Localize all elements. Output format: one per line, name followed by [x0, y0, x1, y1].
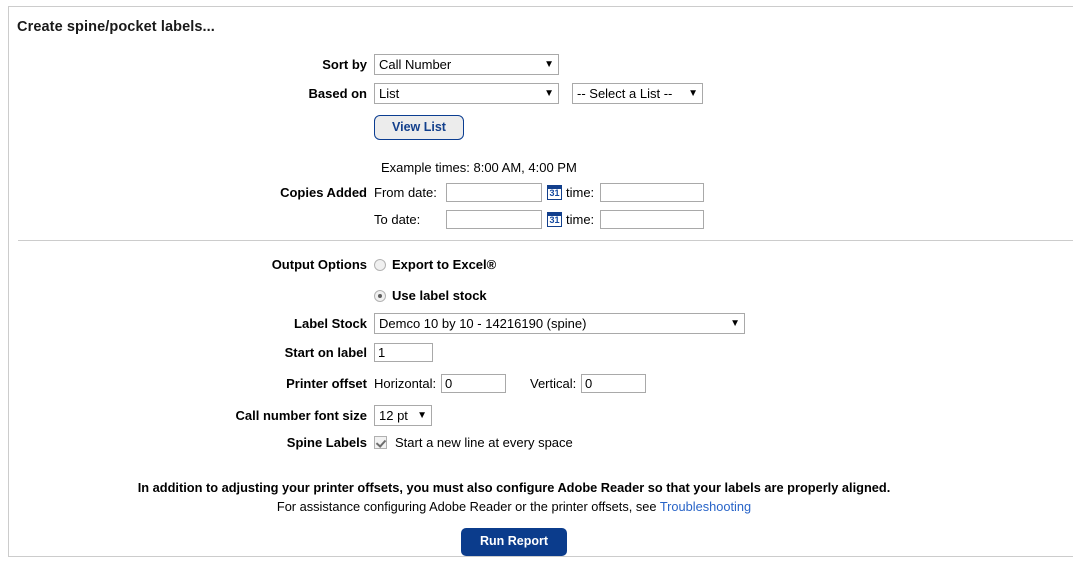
- horizontal-offset-label: Horizontal:: [374, 376, 441, 391]
- font-size-label: Call number font size: [17, 408, 374, 423]
- copies-added-label: Copies Added: [17, 185, 374, 200]
- font-size-select[interactable]: 12 pt ▼: [374, 405, 432, 426]
- report-panel: Create spine/pocket labels... Sort by Ca…: [8, 6, 1073, 557]
- copies-added-from-row: Copies Added From date: 31 time:: [17, 183, 704, 202]
- example-times-text: Example times: 8:00 AM, 4:00 PM: [381, 160, 577, 175]
- to-date-label: To date:: [374, 212, 446, 227]
- label-stock-label: Label Stock: [17, 316, 374, 331]
- troubleshooting-link[interactable]: Troubleshooting: [660, 499, 751, 514]
- sort-by-value: Call Number: [379, 57, 451, 72]
- calendar-icon[interactable]: 31: [547, 185, 562, 200]
- use-label-stock-label: Use label stock: [392, 288, 487, 303]
- radio-export-to-excel[interactable]: [374, 259, 386, 271]
- chevron-down-icon: ▼: [688, 84, 698, 103]
- based-on-label: Based on: [17, 86, 374, 101]
- calendar-icon-day: 31: [548, 215, 561, 226]
- start-on-label-label: Start on label: [17, 345, 374, 360]
- printer-offset-row: Printer offset Horizontal: Vertical:: [17, 374, 646, 393]
- from-time-input[interactable]: [600, 183, 704, 202]
- spine-labels-label: Spine Labels: [17, 435, 374, 450]
- chevron-down-icon: ▼: [730, 314, 740, 333]
- sort-by-row: Sort by Call Number ▼: [17, 54, 559, 75]
- chevron-down-icon: ▼: [544, 55, 554, 74]
- horizontal-offset-input[interactable]: [441, 374, 506, 393]
- based-on-select[interactable]: List ▼: [374, 83, 559, 104]
- from-time-label: time:: [566, 185, 600, 200]
- copies-added-to-row: To date: 31 time:: [17, 210, 704, 229]
- calendar-icon-day: 31: [548, 188, 561, 199]
- to-date-input[interactable]: [446, 210, 542, 229]
- section-divider: [18, 240, 1073, 241]
- output-options-labelstock-row: Use label stock: [17, 288, 487, 303]
- from-date-label: From date:: [374, 185, 446, 200]
- start-on-label-row: Start on label: [17, 343, 433, 362]
- label-stock-value: Demco 10 by 10 - 14216190 (spine): [379, 316, 586, 331]
- chevron-down-icon: ▼: [417, 406, 427, 425]
- label-stock-row: Label Stock Demco 10 by 10 - 14216190 (s…: [17, 313, 745, 334]
- export-to-excel-label: Export to Excel®: [392, 257, 496, 272]
- printer-offset-label: Printer offset: [17, 376, 374, 391]
- select-a-list-select[interactable]: -- Select a List -- ▼: [572, 83, 703, 104]
- select-a-list-value: -- Select a List --: [577, 86, 672, 101]
- to-time-label: time:: [566, 212, 600, 227]
- based-on-value: List: [379, 86, 399, 101]
- output-options-excel-row: Output Options Export to Excel®: [17, 257, 496, 272]
- new-line-at-space-checkbox[interactable]: [374, 436, 387, 449]
- sort-by-label: Sort by: [17, 57, 374, 72]
- font-size-value: 12 pt: [379, 408, 408, 423]
- to-time-input[interactable]: [600, 210, 704, 229]
- radio-use-label-stock[interactable]: [374, 290, 386, 302]
- spine-labels-row: Spine Labels Start a new line at every s…: [17, 435, 573, 450]
- based-on-row: Based on List ▼ -- Select a List -- ▼: [17, 83, 703, 104]
- view-list-button[interactable]: View List: [374, 115, 464, 140]
- vertical-offset-input[interactable]: [581, 374, 646, 393]
- vertical-offset-label: Vertical:: [530, 376, 581, 391]
- calendar-icon[interactable]: 31: [547, 212, 562, 227]
- sort-by-select[interactable]: Call Number ▼: [374, 54, 559, 75]
- printer-offset-note: In addition to adjusting your printer of…: [9, 480, 1019, 495]
- assistance-note-text: For assistance configuring Adobe Reader …: [277, 499, 660, 514]
- font-size-row: Call number font size 12 pt ▼: [17, 405, 432, 426]
- label-stock-select[interactable]: Demco 10 by 10 - 14216190 (spine) ▼: [374, 313, 745, 334]
- from-date-input[interactable]: [446, 183, 542, 202]
- assistance-note: For assistance configuring Adobe Reader …: [9, 499, 1019, 514]
- start-on-label-input[interactable]: [374, 343, 433, 362]
- view-list-row: View List: [17, 115, 464, 140]
- page-title: Create spine/pocket labels...: [17, 19, 215, 35]
- output-options-label: Output Options: [17, 257, 374, 272]
- chevron-down-icon: ▼: [544, 84, 554, 103]
- run-report-button[interactable]: Run Report: [461, 528, 567, 556]
- run-report-row: Run Report: [9, 528, 1019, 556]
- new-line-at-space-label: Start a new line at every space: [395, 435, 573, 450]
